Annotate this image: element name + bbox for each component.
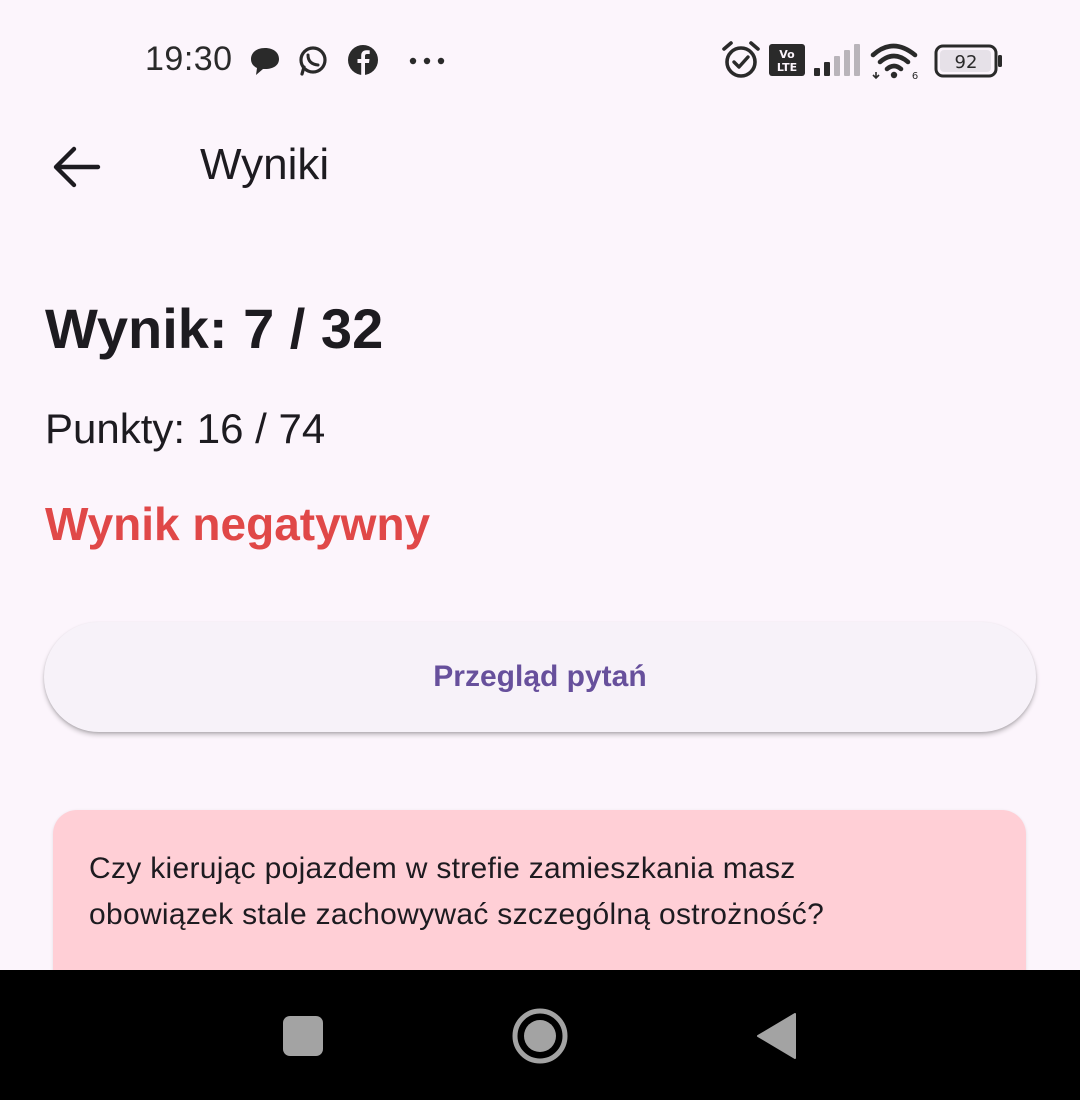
arrow-left-icon: [53, 146, 101, 188]
message-icon: [251, 48, 279, 75]
back-triangle-icon[interactable]: [756, 1012, 798, 1060]
navigation-bar: [0, 970, 1080, 1100]
question-text: Czy kierując pojazdem w strefie zamieszk…: [89, 846, 989, 938]
page-title: Wyniki: [200, 140, 330, 189]
app-bar: Wyniki: [0, 120, 1080, 220]
review-questions-label: Przegląd pytań: [433, 660, 647, 693]
status-bar: 19:30 Vo LTE 6 92: [0, 0, 1080, 120]
home-circle-icon[interactable]: [511, 1007, 569, 1065]
question-text-line: Czy kierując pojazdem w strefie zamieszk…: [89, 852, 796, 885]
wifi-icon: 6: [870, 43, 918, 80]
back-button[interactable]: [42, 137, 112, 197]
wifi-badge: 6: [912, 71, 918, 80]
volte-icon: Vo LTE: [769, 44, 805, 76]
status-time: 19:30: [145, 40, 233, 78]
review-questions-button[interactable]: Przegląd pytań: [44, 622, 1036, 732]
whatsapp-icon: [299, 46, 327, 76]
recents-square-icon[interactable]: [282, 1015, 324, 1057]
result-status: Wynik negatywny: [45, 498, 431, 550]
battery-icon: 92: [934, 44, 1002, 78]
svg-text:LTE: LTE: [777, 61, 797, 74]
question-text-line: obowiązek stale zachowywać szczególną os…: [89, 898, 825, 931]
battery-level: 92: [955, 52, 978, 73]
more-notifications-icon: [409, 57, 445, 65]
facebook-icon: [348, 45, 378, 75]
alarm-icon: [722, 41, 760, 78]
score-heading: Wynik: 7 / 32: [45, 297, 384, 360]
signal-icon: [814, 44, 860, 76]
points-text: Punkty: 16 / 74: [45, 405, 326, 452]
svg-text:Vo: Vo: [779, 48, 795, 61]
